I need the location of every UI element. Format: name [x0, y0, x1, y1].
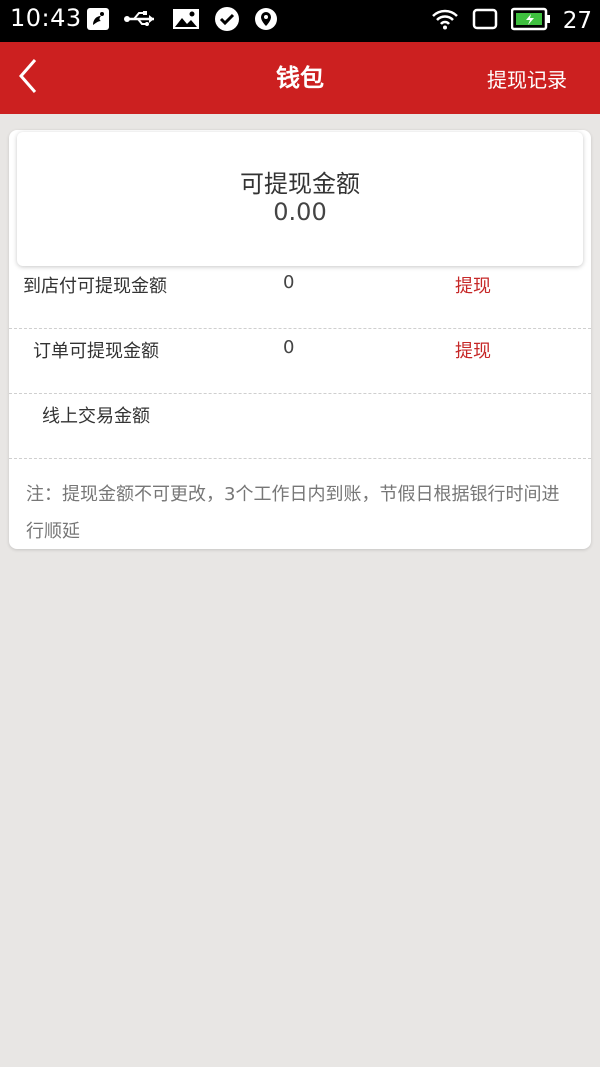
squirrel-app-icon [86, 7, 110, 35]
row-label: 线上交易金额 [42, 406, 150, 427]
row-label: 订单可提现金额 [33, 341, 159, 362]
system-icons: 27 [431, 6, 592, 36]
withdrawable-summary: 可提现金额 0.00 [17, 132, 583, 266]
chevron-left-icon [17, 58, 39, 98]
withdraw-button[interactable]: 提现 [455, 337, 491, 363]
wifi-icon [431, 8, 459, 34]
list-item-order: 订单可提现金额 0 提现 [9, 329, 591, 394]
row-value: 0 [283, 337, 295, 358]
list-item-online-trade: 线上交易金额 [9, 394, 591, 459]
app-header: 钱包 提现记录 [0, 42, 600, 114]
row-label: 到店付可提现金额 [23, 276, 167, 297]
withdrawable-amount: 0.00 [273, 198, 327, 226]
wallet-card: 可提现金额 0.00 到店付可提现金额 0 提现 订单可提现金额 0 提现 线上… [9, 130, 591, 549]
check-circle-icon [214, 6, 240, 36]
battery-level: 27 [562, 8, 592, 34]
back-button[interactable] [10, 56, 46, 100]
withdrawable-label: 可提现金额 [240, 170, 360, 198]
withdraw-note: 注：提现金额不可更改，3个工作日内到账，节假日根据银行时间进行顺延 [26, 484, 560, 542]
notification-icons [86, 6, 278, 36]
battery-charging-icon [510, 7, 551, 35]
usb-icon [124, 9, 158, 33]
image-icon [172, 8, 200, 34]
withdraw-button[interactable]: 提现 [455, 272, 491, 298]
location-shield-icon [254, 6, 278, 36]
screen-rotate-icon [471, 7, 499, 35]
status-bar: 10:43 27 [0, 0, 600, 42]
row-value: 0 [283, 272, 295, 293]
status-time: 10:43 [10, 4, 82, 32]
list-item-store-payment: 到店付可提现金额 0 提现 [9, 264, 591, 329]
withdraw-history-link[interactable]: 提现记录 [487, 42, 567, 114]
